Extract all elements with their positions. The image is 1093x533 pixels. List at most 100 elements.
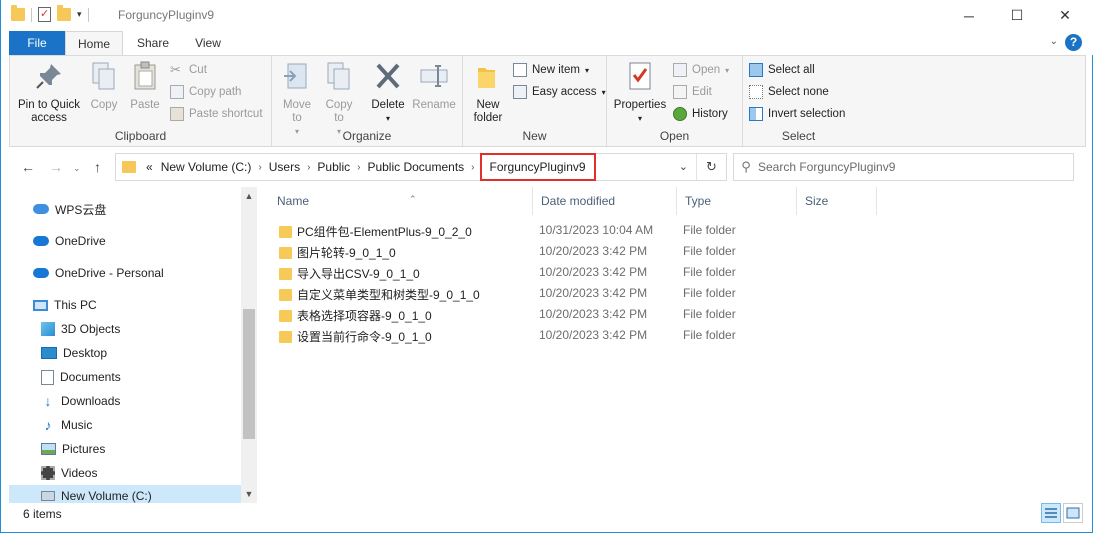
nav-item-new-volume[interactable]: New Volume (C:) [9,485,241,503]
file-row[interactable]: 自定义菜单类型和树类型-9_0_1_0 10/20/2023 3:42 PM F… [277,283,747,304]
new-folder-button[interactable]: New folder [469,60,507,125]
easy-access-button[interactable]: Easy access ▾ [513,82,606,102]
properties-icon[interactable] [38,7,51,22]
column-header-type[interactable]: Type [677,187,797,215]
breadcrumb-current[interactable]: ForguncyPluginv9 [479,153,596,181]
file-row[interactable]: 导入导出CSV-9_0_1_0 10/20/2023 3:42 PM File … [277,262,747,283]
column-header-size[interactable]: Size [797,187,877,215]
select-none-button[interactable]: Select none [749,82,829,102]
pin-icon [36,64,61,89]
file-date: 10/20/2023 3:42 PM [539,265,648,279]
breadcrumb-item[interactable]: Public [313,160,354,174]
pin-to-quick-access-button[interactable]: Pin to Quick access [14,60,84,125]
file-name-cell: 设置当前行命令-9_0_1_0 [279,328,432,345]
history-button[interactable]: History [673,104,728,124]
copy-button[interactable]: Copy [86,60,122,112]
rename-button[interactable]: Rename [412,60,456,112]
breadcrumb-overflow[interactable]: « [142,160,157,174]
chevron-down-icon[interactable]: ▾ [77,9,82,20]
tab-home[interactable]: Home [65,31,123,55]
help-icon[interactable]: ? [1065,34,1082,51]
large-icons-view-button[interactable] [1063,503,1083,523]
back-arrow-icon[interactable]: ← [21,159,35,175]
chevron-right-icon[interactable]: › [304,162,313,173]
chevron-down-icon[interactable]: ▼ [241,489,257,499]
file-row[interactable]: 表格选择项容器-9_0_1_0 10/20/2023 3:42 PM File … [277,304,747,325]
nav-item-3d-objects[interactable]: 3D Objects [41,318,120,340]
search-box[interactable]: ⚲ [733,153,1074,181]
nav-scrollbar[interactable]: ▲ ▼ [241,187,257,503]
details-view-button[interactable] [1041,503,1061,523]
move-to-button[interactable]: Move to ▾ [280,60,314,138]
nav-item-onedrive[interactable]: OneDrive [33,230,106,252]
paste-shortcut-button[interactable]: Paste shortcut [170,104,263,124]
nav-item-videos[interactable]: Videos [41,462,97,484]
invert-selection-button[interactable]: Invert selection [749,104,845,124]
up-arrow-icon[interactable]: ↑ [94,159,101,175]
close-button[interactable]: ✕ [1042,0,1088,31]
recent-locations-icon[interactable]: ⌄ [73,163,81,174]
chevron-up-icon[interactable]: ▲ [241,191,257,201]
file-row[interactable]: PC组件包-ElementPlus-9_0_2_0 10/31/2023 10:… [277,220,747,241]
chevron-down-icon[interactable]: ⌄ [1050,36,1058,47]
file-date: 10/20/2023 3:42 PM [539,286,648,300]
file-row[interactable]: 图片轮转-9_0_1_0 10/20/2023 3:42 PM File fol… [277,241,747,262]
file-name: 图片轮转-9_0_1_0 [297,246,396,260]
breadcrumb-item[interactable]: Public Documents [363,160,468,174]
edit-button[interactable]: Edit [673,82,712,102]
chevron-right-icon[interactable]: › [468,162,477,173]
open-button[interactable]: Open ▾ [673,60,729,80]
nav-item-pictures[interactable]: Pictures [41,438,105,460]
nav-item-onedrive-personal[interactable]: OneDrive - Personal [33,262,164,284]
search-icon: ⚲ [741,159,751,174]
paste-label: Paste [130,99,160,111]
nav-item-label: OneDrive - Personal [55,266,164,280]
select-all-button[interactable]: Select all [749,60,815,80]
open-group: Properties ▾ Open ▾ Edit History Open [607,56,743,146]
nav-item-label: Videos [61,466,98,480]
refresh-icon[interactable]: ↻ [696,154,726,180]
file-date: 10/20/2023 3:42 PM [539,244,648,258]
tab-view[interactable]: View [181,31,235,55]
wps-cloud-icon [33,204,49,214]
new-folder-icon[interactable] [57,5,71,21]
tab-file[interactable]: File [9,31,65,55]
nav-item-music[interactable]: ♪ Music [41,414,93,436]
chevron-right-icon[interactable]: › [354,162,363,173]
chevron-down-icon[interactable]: ⌄ [679,160,688,173]
column-header-date[interactable]: Date modified [533,187,677,215]
address-bar[interactable]: « New Volume (C:) › Users › Public › Pub… [115,153,727,181]
file-row[interactable]: 设置当前行命令-9_0_1_0 10/20/2023 3:42 PM File … [277,325,747,346]
search-input[interactable] [758,160,1058,174]
file-date: 10/20/2023 3:42 PM [539,328,648,342]
paste-button[interactable]: Paste [126,60,164,112]
invert-selection-label: Invert selection [768,108,846,120]
minimize-button[interactable]: ─ [946,0,992,31]
paste-icon [134,61,156,90]
nav-item-wps-cloud[interactable]: WPS云盘 [33,198,106,220]
delete-button[interactable]: Delete ▾ [368,60,408,125]
column-header-label: Name [277,194,310,208]
cut-button[interactable]: ✂ Cut [170,60,207,80]
nav-item-desktop[interactable]: Desktop [41,342,107,364]
easy-access-label: Easy access [532,86,597,98]
copy-to-button[interactable]: Copy to ▾ [322,60,356,138]
chevron-right-icon[interactable]: › [255,162,264,173]
scroll-thumb[interactable] [243,309,255,439]
pictures-icon [41,443,56,455]
divider [87,7,89,22]
copy-path-button[interactable]: Copy path [170,82,241,102]
nav-item-this-pc[interactable]: This PC [33,294,97,316]
tab-share[interactable]: Share [127,31,179,55]
nav-item-downloads[interactable]: ↓ Downloads [41,390,121,412]
nav-item-documents[interactable]: Documents [41,366,121,388]
forward-arrow-icon[interactable]: → [49,159,63,175]
breadcrumb-item[interactable]: New Volume (C:) [157,160,256,174]
breadcrumb-item[interactable]: Users [265,160,304,174]
properties-button[interactable]: Properties ▾ [611,60,669,125]
computer-icon [33,299,48,311]
paste-shortcut-icon [170,107,184,121]
column-header-name[interactable]: ⌃ Name [269,187,533,215]
maximize-button[interactable]: ☐ [994,0,1040,31]
new-item-button[interactable]: New item ▾ [513,60,589,80]
